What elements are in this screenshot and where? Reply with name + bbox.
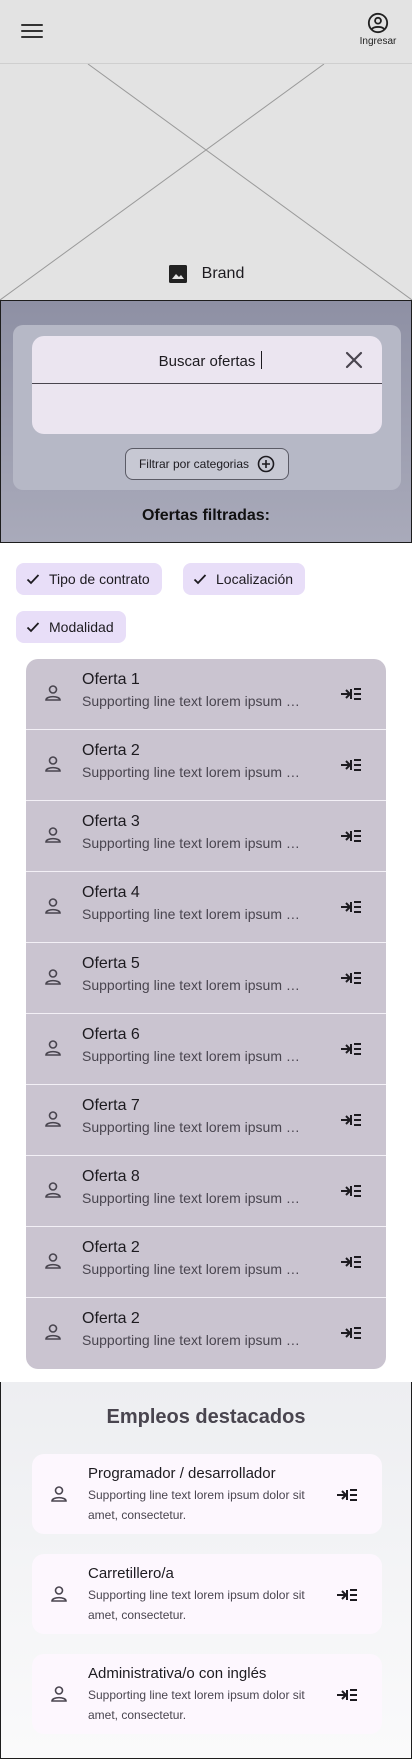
offer-subtitle: Supporting line text lorem ipsum dolor s… [82, 835, 302, 851]
check-icon [26, 622, 40, 633]
list-item[interactable]: Oferta 2 Supporting line text lorem ipsu… [26, 1227, 386, 1298]
enter-list-icon[interactable] [340, 1111, 362, 1129]
person-icon [45, 1040, 61, 1056]
login-button[interactable]: Ingresar [358, 12, 398, 56]
list-item[interactable]: Oferta 2 Supporting line text lorem ipsu… [26, 730, 386, 801]
enter-list-icon[interactable] [340, 1253, 362, 1271]
offer-list: Oferta 1 Supporting line text lorem ipsu… [26, 659, 386, 1369]
enter-list-icon[interactable] [336, 1586, 358, 1604]
search-section: Filtrar por categorias Ofertas filtradas… [0, 300, 412, 543]
chip-label: Tipo de contrato [49, 571, 150, 587]
person-icon [45, 1111, 61, 1127]
top-app-bar: Ingresar [0, 0, 412, 64]
person-icon [51, 1586, 67, 1602]
featured-jobs-section: Empleos destacados Programador / desarro… [0, 1382, 412, 1759]
enter-list-icon[interactable] [340, 756, 362, 774]
offer-subtitle: Supporting line text lorem ipsum dolor s… [82, 1332, 302, 1348]
person-icon [45, 1324, 61, 1340]
featured-job-title: Programador / desarrollador [88, 1465, 276, 1482]
text-cursor [261, 351, 262, 369]
filter-categories-button[interactable]: Filtrar por categorias [125, 448, 289, 480]
featured-job-subtitle: Supporting line text lorem ipsum dolor s… [88, 1688, 305, 1722]
featured-job-title: Administrativa/o con inglés [88, 1665, 267, 1682]
offer-title: Oferta 1 [82, 671, 140, 688]
offer-title: Oferta 2 [82, 1239, 140, 1256]
offer-subtitle: Supporting line text lorem ipsum dolor s… [82, 906, 302, 922]
list-item[interactable]: Oferta 5 Supporting line text lorem ipsu… [26, 943, 386, 1014]
enter-list-icon[interactable] [340, 1040, 362, 1058]
offer-title: Oferta 7 [82, 1097, 140, 1114]
offer-subtitle: Supporting line text lorem ipsum dolor s… [82, 693, 302, 709]
add-circle-icon [257, 455, 275, 473]
enter-list-icon[interactable] [336, 1686, 358, 1704]
enter-list-icon[interactable] [340, 827, 362, 845]
featured-title: Empleos destacados [106, 1406, 306, 1428]
hero-image-placeholder: Brand [0, 64, 412, 300]
search-bar [32, 336, 382, 384]
chip-modalidad[interactable]: Modalidad [16, 611, 126, 643]
enter-list-icon[interactable] [340, 969, 362, 987]
person-icon [45, 685, 61, 701]
enter-list-icon[interactable] [336, 1486, 358, 1504]
featured-job-title: Carretillero/a [88, 1565, 174, 1582]
person-icon [45, 969, 61, 985]
login-label: Ingresar [359, 36, 397, 47]
enter-list-icon[interactable] [340, 1324, 362, 1342]
clear-search-button[interactable] [344, 350, 364, 370]
featured-job-subtitle: Supporting line text lorem ipsum dolor s… [88, 1588, 305, 1622]
menu-icon[interactable] [18, 20, 46, 44]
offer-title: Oferta 3 [82, 813, 140, 830]
offer-subtitle: Supporting line text lorem ipsum dolor s… [82, 977, 302, 993]
offer-title: Oferta 2 [82, 1310, 140, 1327]
person-icon [51, 1686, 67, 1702]
list-item[interactable]: Oferta 3 Supporting line text lorem ipsu… [26, 801, 386, 872]
list-item[interactable]: Oferta 6 Supporting line text lorem ipsu… [26, 1014, 386, 1085]
list-item[interactable]: Oferta 2 Supporting line text lorem ipsu… [26, 1298, 386, 1369]
list-item[interactable]: Oferta 4 Supporting line text lorem ipsu… [26, 872, 386, 943]
chip-tipo-de-contrato[interactable]: Tipo de contrato [16, 563, 162, 595]
person-icon [51, 1486, 67, 1502]
close-icon [345, 351, 363, 369]
filter-button-label: Filtrar por categorias [138, 457, 250, 471]
offer-subtitle: Supporting line text lorem ipsum dolor s… [82, 764, 302, 780]
offer-title: Oferta 2 [82, 742, 140, 759]
featured-job-card[interactable]: Carretillero/a Supporting line text lore… [32, 1554, 382, 1634]
chip-label: Modalidad [49, 619, 114, 635]
list-item[interactable]: Oferta 7 Supporting line text lorem ipsu… [26, 1085, 386, 1156]
list-item[interactable]: Oferta 8 Supporting line text lorem ipsu… [26, 1156, 386, 1227]
person-icon [45, 1182, 61, 1198]
person-icon [45, 827, 61, 843]
enter-list-icon[interactable] [340, 685, 362, 703]
enter-list-icon[interactable] [340, 898, 362, 916]
brand: Brand [0, 264, 412, 284]
image-icon [168, 265, 187, 283]
search-field [32, 336, 382, 434]
offer-title: Oferta 4 [82, 884, 140, 901]
featured-job-subtitle: Supporting line text lorem ipsum dolor s… [88, 1488, 305, 1522]
enter-list-icon[interactable] [340, 1182, 362, 1200]
check-icon [26, 574, 40, 585]
brand-name: Brand [201, 265, 245, 282]
offer-title: Oferta 5 [82, 955, 140, 972]
offer-subtitle: Supporting line text lorem ipsum dolor s… [82, 1048, 302, 1064]
list-item[interactable]: Oferta 1 Supporting line text lorem ipsu… [26, 659, 386, 730]
offer-subtitle: Supporting line text lorem ipsum dolor s… [82, 1261, 302, 1277]
chip-label: Localización [216, 571, 294, 587]
results-title: Ofertas filtradas: [141, 507, 271, 524]
offer-title: Oferta 8 [82, 1168, 140, 1185]
offer-subtitle: Supporting line text lorem ipsum dolor s… [82, 1119, 302, 1135]
search-card: Filtrar por categorias [13, 325, 401, 490]
account-circle-icon [367, 12, 389, 34]
offer-title: Oferta 6 [82, 1026, 140, 1043]
chip-localizacion[interactable]: Localización [183, 563, 306, 595]
featured-job-card[interactable]: Administrativa/o con inglés Supporting l… [32, 1654, 382, 1734]
offer-subtitle: Supporting line text lorem ipsum dolor s… [82, 1190, 302, 1206]
featured-job-card[interactable]: Programador / desarrollador Supporting l… [32, 1454, 382, 1534]
search-input[interactable] [92, 350, 322, 372]
person-icon [45, 898, 61, 914]
person-icon [45, 756, 61, 772]
person-icon [45, 1253, 61, 1269]
check-icon [193, 574, 207, 585]
